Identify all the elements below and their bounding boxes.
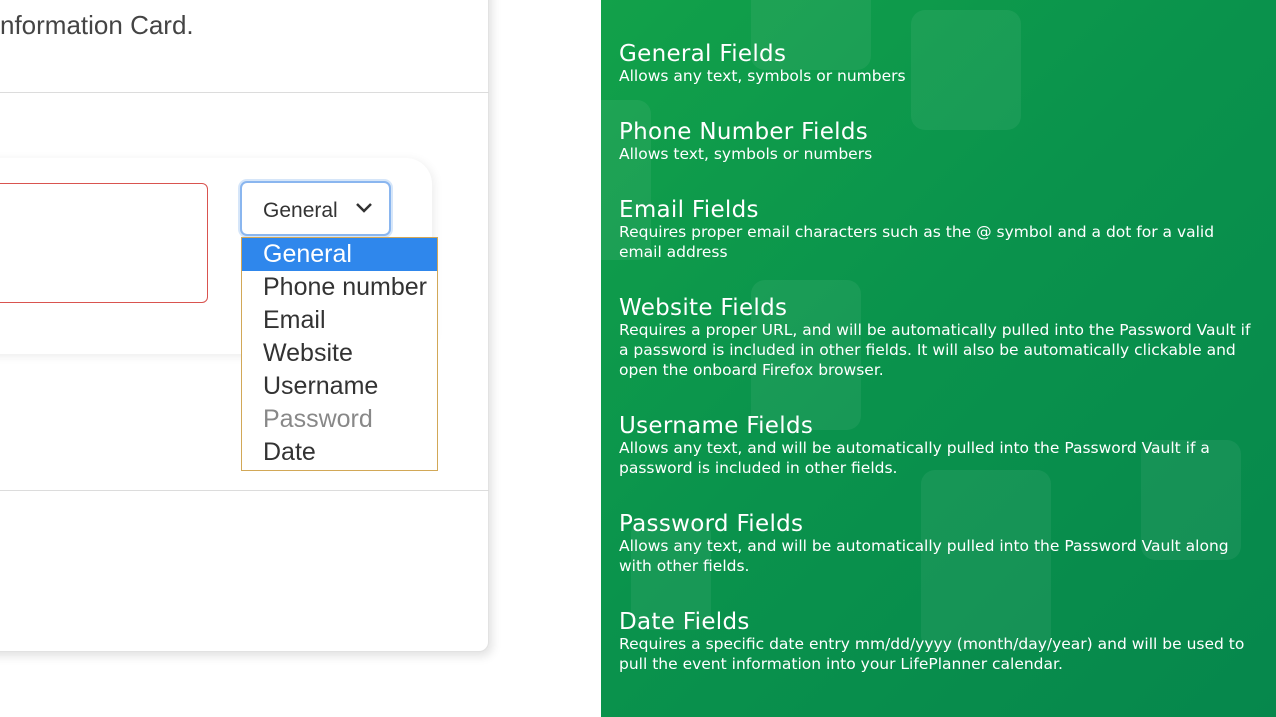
section-title: Username Fields: [619, 413, 814, 439]
section-description: Allows any text, and will be automatical…: [619, 537, 1229, 575]
section-description: Allows text, symbols or numbers: [619, 145, 873, 163]
dropdown-option-date[interactable]: Date: [242, 436, 437, 469]
field-type-dropdown: General Phone number Email Website Usern…: [241, 237, 438, 471]
chevron-down-icon: [356, 203, 372, 213]
username-fields-section: Username Fields Allows any text, and wil…: [619, 412, 1259, 478]
website-fields-section: Website Fields Requires a proper URL, an…: [619, 294, 1259, 380]
section-title: Phone Number Fields: [619, 119, 869, 145]
dropdown-option-general[interactable]: General: [242, 238, 437, 271]
section-title: Password Fields: [619, 511, 804, 537]
email-fields-section: Email Fields Requires proper email chara…: [619, 196, 1259, 262]
field-types-info-panel: General Fields Allows any text, symbols …: [601, 0, 1276, 717]
section-description: Allows any text, and will be automatical…: [619, 439, 1210, 477]
dropdown-option-email[interactable]: Email: [242, 304, 437, 337]
field-value-input[interactable]: [0, 183, 208, 303]
dropdown-option-username[interactable]: Username: [242, 370, 437, 403]
general-fields-section: General Fields Allows any text, symbols …: [619, 40, 1259, 86]
password-fields-section: Password Fields Allows any text, and wil…: [619, 510, 1259, 576]
dropdown-option-phone-number[interactable]: Phone number: [242, 271, 437, 304]
phone-number-fields-section: Phone Number Fields Allows text, symbols…: [619, 118, 1259, 164]
section-description: Requires proper email characters such as…: [619, 223, 1215, 261]
section-title: Email Fields: [619, 197, 759, 223]
card-heading: nformation Card.: [0, 10, 194, 40]
field-type-select-value: General: [263, 199, 338, 222]
section-description: Requires a proper URL, and will be autom…: [619, 321, 1251, 379]
dropdown-option-website[interactable]: Website: [242, 337, 437, 370]
section-title: General Fields: [619, 41, 787, 67]
form-screenshot-panel: nformation Card. General General Phone n…: [0, 0, 601, 717]
dropdown-option-password: Password: [263, 405, 373, 433]
field-type-select[interactable]: General: [240, 181, 391, 236]
divider-bottom: [0, 490, 489, 491]
section-description: Requires a specific date entry mm/dd/yyy…: [619, 635, 1245, 673]
divider-top: [0, 92, 489, 93]
section-title: Website Fields: [619, 295, 788, 321]
section-title: Date Fields: [619, 609, 750, 635]
date-fields-section: Date Fields Requires a specific date ent…: [619, 608, 1259, 674]
section-description: Allows any text, symbols or numbers: [619, 67, 906, 85]
